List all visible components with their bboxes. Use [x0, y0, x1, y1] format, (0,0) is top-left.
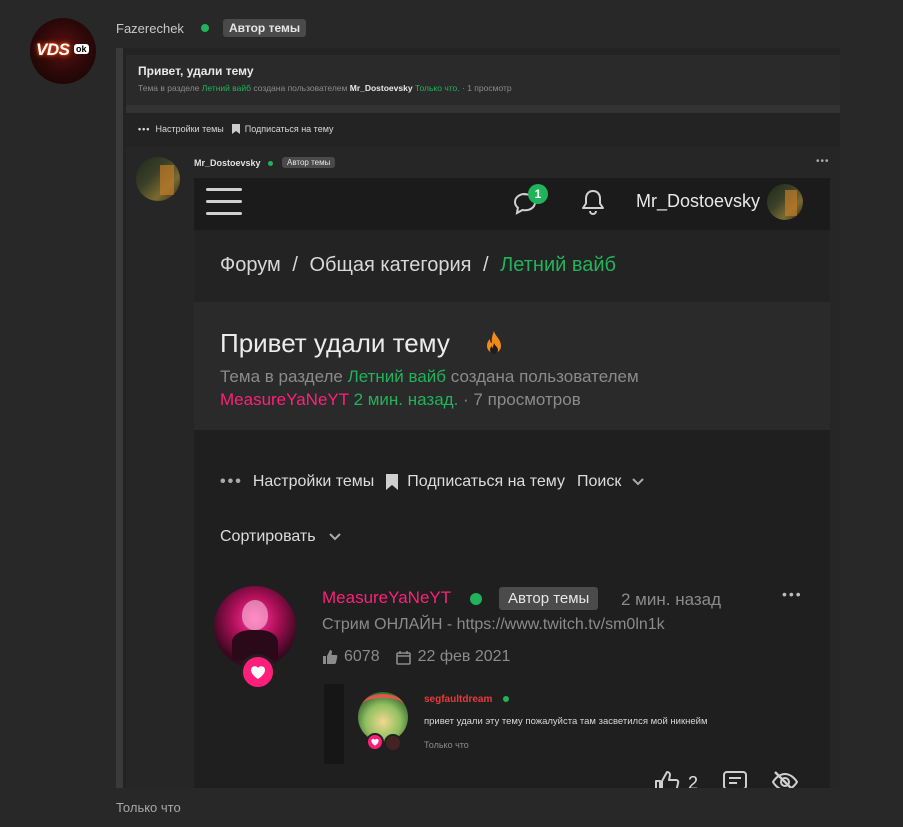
screenshot-search-link[interactable]: Поиск	[577, 473, 621, 491]
topbar-username[interactable]: Mr_Dostoevsky	[636, 191, 760, 212]
author-badge: Автор темы	[223, 19, 307, 37]
post-username[interactable]: MeasureYaNeYT	[322, 588, 451, 608]
post-likes: 6078	[344, 648, 380, 665]
bell-icon[interactable]	[580, 188, 606, 216]
like-icon[interactable]	[654, 770, 680, 788]
topic-time: Только что.	[414, 83, 460, 93]
topic-meta: Тема в разделе Летний вайб создана польз…	[138, 83, 512, 93]
screenshot-topic-time: 2 мин. назад.	[353, 390, 459, 409]
breadcrumb-separator: /	[483, 254, 489, 276]
breadcrumb-separator: /	[292, 254, 298, 276]
screenshot-section-link[interactable]: Летний вайб	[348, 367, 446, 386]
topic-settings-link[interactable]: Настройки темы	[155, 124, 223, 134]
post-status: Стрим ОНЛАЙН - https://www.twitch.tv/sm0…	[322, 616, 665, 633]
screenshot-author-link[interactable]: MeasureYaNeYT	[220, 390, 349, 409]
reply-text: привет удали эту тему пожалуйста там зас…	[424, 716, 708, 727]
topic-section-link[interactable]: Летний вайб	[202, 83, 251, 93]
online-indicator	[503, 696, 509, 702]
heart-badge	[240, 654, 276, 690]
chevron-down-icon[interactable]	[631, 477, 645, 487]
avatar-logo-text: VDS	[36, 40, 70, 59]
author-badge: Автор темы	[282, 157, 336, 168]
screenshot-topic-title: Привет удали тему	[220, 328, 450, 358]
post-time: 2 мин. назад	[621, 590, 722, 609]
post-footer-time: Только что	[116, 800, 181, 815]
avatar[interactable]: VDS ok	[30, 18, 96, 84]
chevron-down-icon[interactable]	[328, 532, 342, 542]
subscribe-link[interactable]: Подписаться на тему	[245, 124, 334, 134]
screenshot-subscribe-link[interactable]: Подписаться на тему	[407, 473, 565, 491]
like-count: 2	[688, 773, 699, 788]
bookmark-icon	[231, 124, 240, 134]
reply-avatar[interactable]	[358, 692, 408, 742]
screenshot-topic-meta-line2: MeasureYaNeYT 2 мин. назад. · 7 просмотр…	[220, 390, 581, 410]
sort-label[interactable]: Сортировать	[220, 528, 316, 546]
topbar-avatar[interactable]	[767, 184, 803, 220]
reply-quote-bar	[324, 684, 344, 764]
hamburger-menu-icon[interactable]	[206, 186, 242, 216]
more-dots-icon[interactable]: •••	[220, 473, 243, 491]
topic-meta-prefix: Тема в разделе	[138, 83, 200, 93]
breadcrumb-category[interactable]: Общая категория	[309, 254, 471, 276]
breadcrumb: Форум / Общая категория / Летний вайб	[194, 230, 830, 302]
embedded-screenshot: 1 Mr_Dostoevsky Форум / Общая категория …	[194, 178, 830, 788]
post-stats: 6078 22 фев 2021	[322, 648, 510, 666]
heart-icon	[251, 666, 265, 679]
avatar-logo-sub: ok	[74, 44, 89, 54]
breadcrumb-section[interactable]: Летний вайб	[500, 254, 616, 276]
hide-eye-icon[interactable]	[771, 770, 799, 788]
screenshot-actions: ••• Настройки темы Подписаться на тему П…	[220, 473, 645, 491]
topic-views: · 1 просмотр	[462, 83, 512, 93]
reply-time: Только что	[424, 740, 469, 750]
topic-meta-created: создана пользователем	[253, 83, 348, 93]
post-menu-icon[interactable]: •••	[782, 586, 803, 602]
topic-author-link[interactable]: Mr_Dostoevsky	[350, 83, 413, 93]
thumbs-up-icon	[323, 650, 338, 664]
screenshot-topbar: 1 Mr_Dostoevsky	[194, 178, 830, 230]
sort-control[interactable]: Сортировать	[220, 528, 342, 546]
more-dots-icon[interactable]: •••	[138, 124, 150, 134]
topic-actions: ••• Настройки темы Подписаться на тему	[138, 124, 334, 134]
breadcrumb-forum[interactable]: Форум	[220, 254, 281, 276]
screenshot-meta-created: создана пользователем	[450, 367, 639, 386]
inner-username[interactable]: Mr_Dostoevsky	[194, 158, 261, 168]
calendar-icon	[395, 650, 411, 665]
online-indicator	[201, 24, 209, 32]
screenshot-settings-link[interactable]: Настройки темы	[253, 473, 374, 491]
reply-icon[interactable]	[722, 770, 748, 788]
heart-icon	[371, 738, 379, 746]
screenshot-topic-header: Привет удали тему Тема в разделе Летний …	[194, 302, 830, 430]
reply-heart-badge	[366, 733, 384, 751]
screenshot-topic-meta-line1: Тема в разделе Летний вайб создана польз…	[220, 367, 639, 387]
online-indicator	[470, 593, 482, 605]
online-indicator	[268, 161, 273, 166]
notification-count-badge: 1	[528, 184, 548, 204]
post-menu-icon[interactable]: •••	[816, 156, 830, 167]
topic-title: Привет, удали тему	[138, 64, 254, 78]
post-author-badge: Автор темы	[499, 587, 599, 610]
fire-icon	[487, 331, 501, 354]
screenshot-content: ••• Настройки темы Подписаться на тему П…	[194, 430, 830, 788]
quote-bar	[116, 48, 123, 788]
divider	[126, 105, 840, 113]
post-joined: 22 фев 2021	[417, 648, 511, 665]
screenshot-topic-views: · 7 просмотров	[463, 390, 581, 409]
topic-header: Привет, удали тему Тема в разделе Летний…	[126, 55, 840, 105]
reply-secondary-badge	[384, 734, 402, 752]
avatar-inner[interactable]	[136, 157, 180, 201]
username[interactable]: Fazerechek	[116, 21, 184, 36]
bookmark-icon	[386, 474, 399, 490]
screenshot-meta-prefix: Тема в разделе	[220, 367, 343, 386]
reply-username[interactable]: segfaultdream	[424, 694, 492, 705]
